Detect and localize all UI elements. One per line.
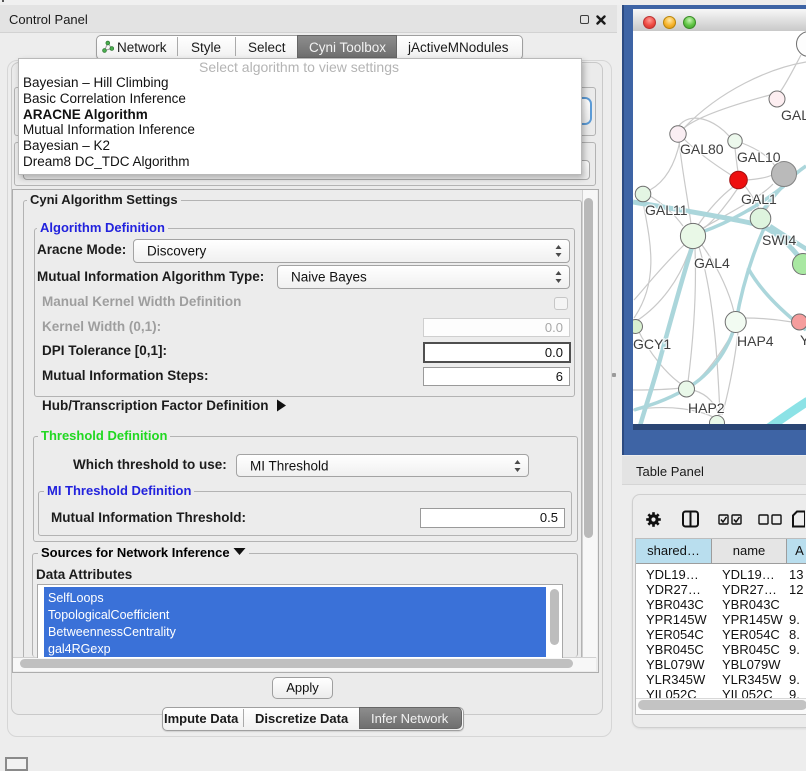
- svg-text:YM: YM: [800, 332, 806, 348]
- svg-text:SWI4: SWI4: [762, 232, 796, 248]
- svg-text:GAL2: GAL2: [781, 107, 806, 123]
- svg-text:HAP4: HAP4: [737, 333, 774, 349]
- svg-text:GAL4: GAL4: [694, 255, 730, 271]
- svg-text:GCY1: GCY1: [633, 336, 671, 352]
- svg-text:GAL10: GAL10: [737, 149, 781, 165]
- svg-text:HAP2: HAP2: [688, 400, 725, 416]
- svg-text:GAL1: GAL1: [741, 191, 777, 207]
- svg-text:GAL11: GAL11: [645, 202, 688, 218]
- svg-text:GAL80: GAL80: [680, 141, 724, 157]
